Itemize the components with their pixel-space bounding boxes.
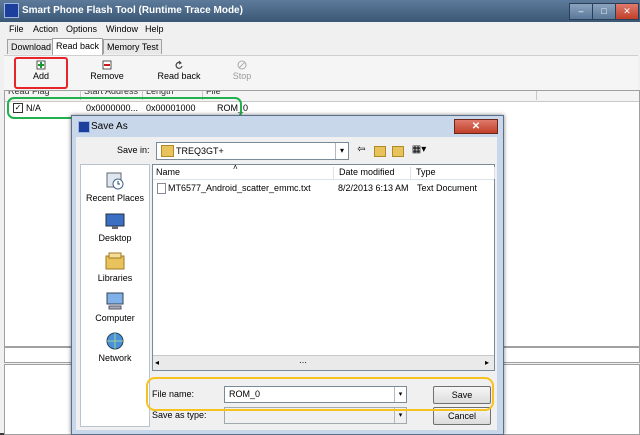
file-list-header: Name Date modified Type	[153, 165, 495, 180]
new-folder-icon[interactable]	[392, 146, 404, 157]
folder-icon	[161, 145, 174, 157]
save-as-dialog: Save As ✕ Save in: TREQ3GT+ ▾ ⇦ ▦▾ Recen…	[71, 115, 504, 435]
place-label: Computer	[95, 313, 135, 323]
menu-options[interactable]: Options	[66, 24, 97, 34]
libraries-icon	[105, 252, 125, 270]
close-button[interactable]: ✕	[615, 3, 639, 20]
place-label: Desktop	[98, 233, 132, 243]
back-icon[interactable]: ⇦	[355, 144, 368, 156]
main-titlebar: Smart Phone Flash Tool (Runtime Trace Mo…	[0, 0, 640, 22]
dialog-body: Save in: TREQ3GT+ ▾ ⇦ ▦▾ Recent Places D…	[76, 137, 497, 430]
menu-action[interactable]: Action	[33, 24, 58, 34]
menu-file[interactable]: File	[9, 24, 24, 34]
save-in-label: Save in:	[117, 145, 150, 155]
col-file[interactable]: File	[203, 91, 537, 100]
places-bar: Recent Places Desktop Libraries Computer…	[80, 164, 150, 427]
menu-help[interactable]: Help	[145, 24, 164, 34]
tab-strip: Download Read back Memory Test	[0, 37, 640, 55]
file-date-cell: 8/2/2013 6:13 AM	[338, 183, 409, 193]
place-desktop[interactable]: Desktop	[81, 211, 149, 243]
scroll-right-icon[interactable]: ▸	[485, 358, 489, 367]
dialog-close-button[interactable]: ✕	[454, 119, 498, 134]
stop-button[interactable]: Stop	[224, 58, 260, 88]
place-label: Network	[98, 353, 132, 363]
chevron-down-icon[interactable]: ▾	[335, 143, 348, 159]
scroll-left-icon[interactable]: ◂	[155, 358, 159, 367]
window-title: Smart Phone Flash Tool (Runtime Trace Mo…	[22, 5, 243, 16]
file-row[interactable]: MT6577_Android_scatter_emmc.txt 8/2/2013…	[155, 182, 492, 194]
stop-label: Stop	[232, 71, 252, 81]
save-in-value: TREQ3GT+	[176, 146, 224, 156]
col-date-modified[interactable]: Date modified	[336, 167, 411, 179]
app-icon	[4, 3, 19, 18]
file-list: Name Date modified Type ˄ MT6577_Android…	[152, 163, 495, 371]
col-name[interactable]: Name	[153, 167, 334, 179]
recent-places-icon	[106, 172, 124, 190]
read-back-button[interactable]: Read back	[154, 58, 204, 88]
scroll-grip-icon[interactable]: ⋯	[299, 358, 307, 367]
remove-icon	[102, 60, 112, 70]
add-highlight-box	[14, 57, 68, 89]
desktop-icon	[105, 213, 125, 229]
toolbar: Add Remove Read back Stop	[4, 55, 638, 91]
tab-read-back[interactable]: Read back	[52, 38, 104, 55]
dialog-app-icon	[78, 121, 90, 133]
tab-download[interactable]: Download	[7, 39, 56, 54]
stop-icon	[237, 60, 247, 70]
up-folder-icon[interactable]	[374, 146, 386, 157]
col-type[interactable]: Type	[413, 167, 495, 179]
remove-button[interactable]: Remove	[86, 58, 128, 88]
remove-label: Remove	[90, 71, 124, 81]
file-type-cell: Text Document	[417, 183, 478, 193]
sort-up-icon: ˄	[233, 163, 238, 172]
menu-bar: File Action Options Window Help	[0, 22, 640, 38]
read-back-label: Read back	[157, 71, 201, 81]
filename-highlight-box	[146, 377, 494, 411]
horizontal-scrollbar[interactable]: ◂ ⋯ ▸	[153, 355, 494, 370]
dialog-titlebar: Save As ✕	[72, 116, 503, 137]
place-computer[interactable]: Computer	[81, 291, 149, 323]
save-in-dropdown[interactable]: TREQ3GT+ ▾	[156, 142, 349, 160]
text-file-icon	[157, 183, 166, 194]
place-label: Libraries	[97, 273, 133, 283]
place-recent[interactable]: Recent Places	[81, 171, 149, 203]
dialog-title: Save As	[91, 121, 128, 132]
minimize-button[interactable]: –	[569, 3, 593, 20]
view-menu-icon[interactable]: ▦▾	[410, 144, 428, 156]
place-label: Recent Places	[85, 193, 145, 203]
read-back-icon	[175, 60, 183, 69]
menu-window[interactable]: Window	[106, 24, 138, 34]
network-icon	[106, 332, 124, 350]
tab-memory-test[interactable]: Memory Test	[103, 39, 163, 54]
file-name-cell: MT6577_Android_scatter_emmc.txt	[168, 183, 311, 193]
place-libraries[interactable]: Libraries	[81, 251, 149, 283]
maximize-button[interactable]: □	[592, 3, 616, 20]
place-network[interactable]: Network	[81, 331, 149, 363]
computer-icon	[106, 292, 124, 310]
save-as-type-label: Save as type:	[152, 410, 207, 420]
